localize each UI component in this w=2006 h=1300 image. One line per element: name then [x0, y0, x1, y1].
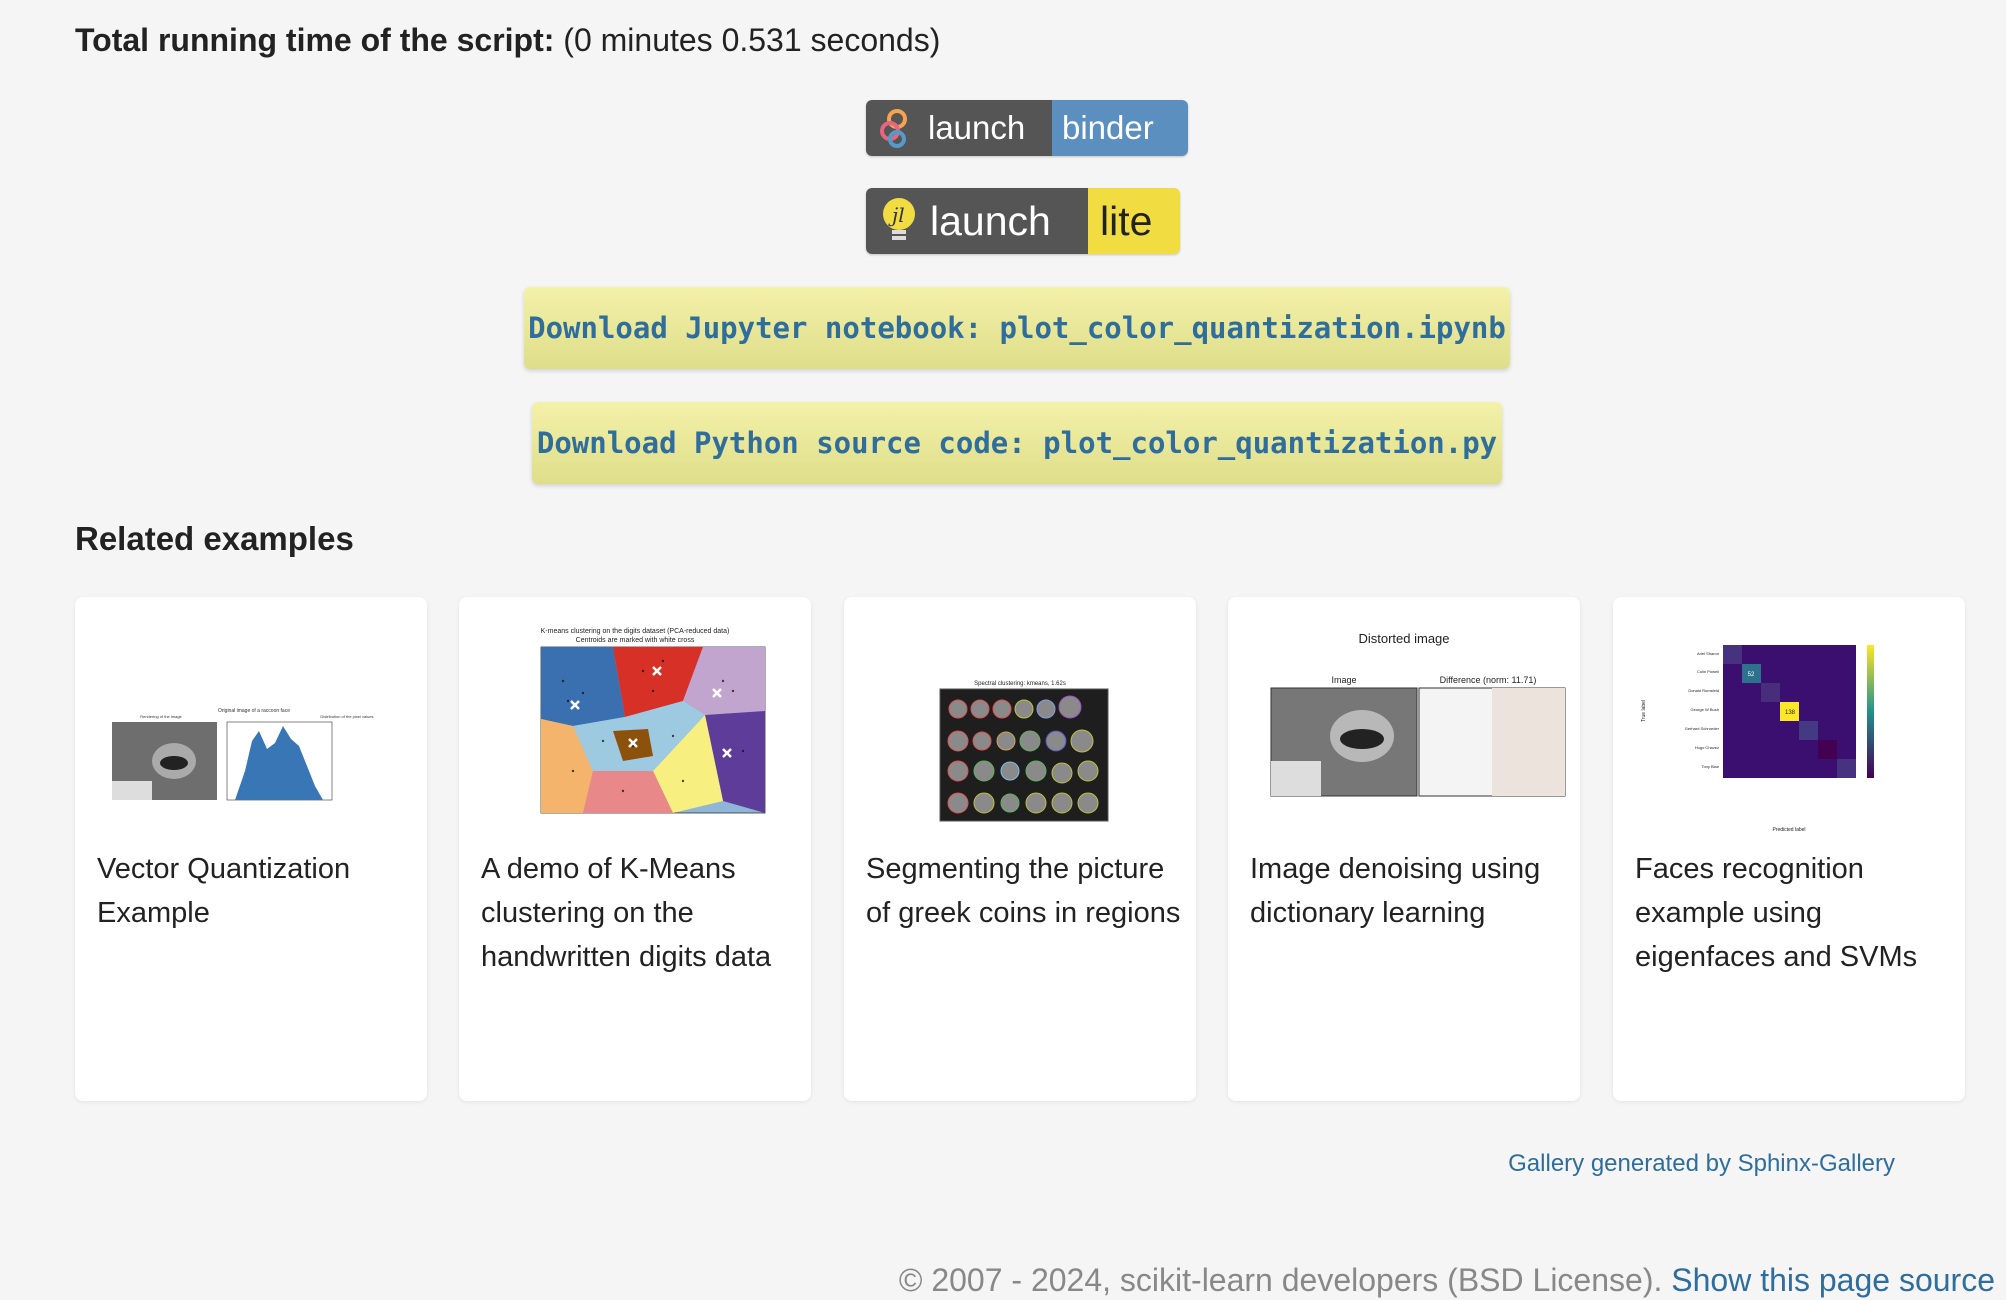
svg-text:Predicted label: Predicted label	[1772, 827, 1805, 833]
svg-text:Rendering of the image: Rendering of the image	[140, 714, 182, 719]
sphinx-gallery-link[interactable]: Gallery generated by Sphinx-Gallery	[1508, 1150, 1895, 1178]
show-page-source-link[interactable]: Show this page source	[1671, 1262, 1995, 1298]
svg-text:Gerhard Schroeder: Gerhard Schroeder	[1685, 726, 1720, 731]
svg-text:Centroids are marked with whit: Centroids are marked with white cross	[576, 637, 695, 644]
footer-copyright: © 2007 - 2024, scikit-learn developers (…	[898, 1262, 1663, 1298]
download-python-button[interactable]: Download Python source code: plot_color_…	[532, 402, 1502, 484]
svg-text:Distorted image: Distorted image	[1358, 631, 1449, 646]
card-caption: A demo of K-Means clustering on the hand…	[481, 853, 772, 973]
runtime-label: Total running time of the script:	[75, 22, 555, 58]
svg-text:52: 52	[1748, 672, 1755, 678]
related-card-kmeans-digits[interactable]: K-means clustering on the digits dataset…	[459, 597, 811, 1101]
svg-text:Colin Powell: Colin Powell	[1697, 669, 1719, 674]
runtime-value: (0 minutes 0.531 seconds)	[563, 22, 941, 58]
svg-text:George W Bush: George W Bush	[1691, 707, 1719, 712]
card-caption: Vector Quantization Example	[97, 853, 351, 929]
svg-text:Distribution of the pixel valu: Distribution of the pixel values	[320, 714, 373, 719]
card-caption: Segmenting the picture of greek coins in…	[866, 853, 1181, 929]
svg-text:Hugo Chavez: Hugo Chavez	[1695, 745, 1719, 750]
svg-text:Ariel Sharon: Ariel Sharon	[1697, 651, 1719, 656]
related-card-greek-coins[interactable]: Spectral clustering: kmeans, 1.62s Segme…	[844, 597, 1196, 1101]
total-running-time: Total running time of the script: (0 min…	[75, 22, 940, 59]
kmeans-digits-thumbnail: K-means clustering on the digits dataset…	[540, 628, 766, 814]
footer: © 2007 - 2024, scikit-learn developers (…	[899, 1262, 1995, 1299]
greek-coins-thumbnail: Spectral clustering: kmeans, 1.62s	[939, 681, 1109, 822]
download-notebook-button[interactable]: Download Jupyter notebook: plot_color_qu…	[524, 287, 1510, 369]
jupyterlite-bulb-icon: jl	[883, 198, 915, 240]
svg-text:138: 138	[1785, 710, 1796, 716]
svg-text:Image: Image	[1331, 675, 1356, 685]
svg-text:True label: True label	[1641, 700, 1647, 722]
binder-badge-left: launch	[928, 109, 1026, 146]
svg-text:Spectral clustering: kmeans, 1: Spectral clustering: kmeans, 1.62s	[974, 681, 1066, 687]
card-caption: Faces recognition example using eigenfac…	[1635, 853, 1918, 973]
faces-confusion-matrix-thumbnail: Ariel Sharon Colin Powell Donald Rumsfeld…	[1641, 645, 1874, 833]
related-card-vector-quantization[interactable]: Original image of a raccoon face Renderi…	[75, 597, 427, 1101]
launch-lite-badge[interactable]: jl launch lite	[866, 188, 1180, 254]
svg-text:Donald Rumsfeld: Donald Rumsfeld	[1688, 688, 1719, 693]
svg-text:Tony Blair: Tony Blair	[1701, 764, 1719, 769]
card-caption: Image denoising using dictionary learnin…	[1250, 853, 1541, 929]
binder-badge-right: binder	[1062, 109, 1154, 146]
download-notebook-label: Download Jupyter notebook: plot_color_qu…	[528, 311, 1506, 345]
lite-badge-left: launch	[930, 197, 1051, 244]
lite-badge-right: lite	[1100, 197, 1153, 244]
related-examples-heading: Related examples	[75, 520, 354, 557]
svg-text:K-means clustering on the digi: K-means clustering on the digits dataset…	[541, 628, 730, 635]
related-card-image-denoising[interactable]: Distorted image Image Difference (norm: …	[1228, 597, 1580, 1101]
binder-logo-icon	[880, 109, 907, 148]
image-denoising-thumbnail: Distorted image Image Difference (norm: …	[1270, 631, 1566, 797]
vector-quantization-thumbnail: Original image of a raccoon face Renderi…	[112, 708, 374, 801]
svg-text:Difference (norm: 11.71): Difference (norm: 11.71)	[1440, 675, 1537, 685]
download-python-label: Download Python source code: plot_color_…	[536, 426, 1498, 460]
launch-binder-badge[interactable]: launch binder	[866, 100, 1188, 156]
related-card-faces-recognition[interactable]: Ariel Sharon Colin Powell Donald Rumsfeld…	[1613, 597, 1965, 1101]
svg-text:Original image of a raccoon fa: Original image of a raccoon face	[218, 708, 290, 714]
